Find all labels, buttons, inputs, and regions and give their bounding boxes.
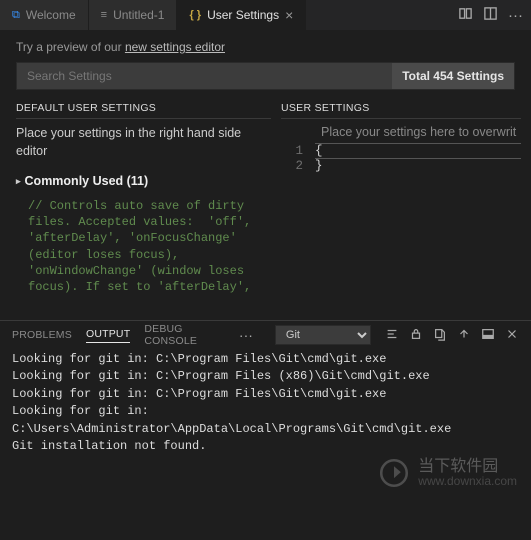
group-commonly-used[interactable]: Commonly Used (11) bbox=[16, 174, 271, 188]
split-diff-icon[interactable] bbox=[458, 6, 473, 24]
editor-text: } bbox=[315, 159, 521, 173]
search-input[interactable] bbox=[17, 63, 392, 89]
file-icon: ≡ bbox=[101, 9, 107, 21]
user-settings-hint: Place your settings here to overwrit bbox=[281, 125, 521, 139]
panel-more-icon[interactable]: ··· bbox=[239, 327, 253, 343]
titlebar-actions: ··· bbox=[450, 0, 531, 30]
split-editor-icon[interactable] bbox=[483, 6, 498, 24]
editor-line-1[interactable]: 1 { bbox=[281, 143, 521, 159]
search-bar: Total 454 Settings bbox=[16, 62, 515, 90]
editor-line-2[interactable]: 2 } bbox=[281, 159, 521, 173]
user-settings-pane: USER SETTINGS Place your settings here t… bbox=[275, 98, 531, 320]
tab-label: User Settings bbox=[207, 8, 279, 22]
line-number: 2 bbox=[281, 159, 315, 173]
preview-prefix: Try a preview of our bbox=[16, 40, 125, 54]
preview-link[interactable]: new settings editor bbox=[125, 40, 225, 54]
setting-comment: // Controls auto save of dirty files. Ac… bbox=[16, 198, 271, 295]
tab-welcome[interactable]: ⧉ Welcome bbox=[0, 0, 89, 30]
panel-actions bbox=[385, 327, 519, 344]
bottom-panel: PROBLEMS OUTPUT DEBUG CONSOLE ··· Git Lo… bbox=[0, 320, 531, 540]
tab-label: Welcome bbox=[26, 8, 76, 22]
default-settings-hint: Place your settings in the right hand si… bbox=[16, 125, 271, 160]
output-body[interactable]: Looking for git in: C:\Program Files\Git… bbox=[0, 349, 531, 457]
settings-split: DEFAULT USER SETTINGS Place your setting… bbox=[0, 98, 531, 320]
settings-count-badge: Total 454 Settings bbox=[392, 63, 514, 89]
preview-hint: Try a preview of our new settings editor bbox=[0, 30, 531, 54]
editor-tabs: ⧉ Welcome ≡ Untitled-1 { } User Settings… bbox=[0, 0, 531, 30]
panel-tabs: PROBLEMS OUTPUT DEBUG CONSOLE ··· Git bbox=[0, 321, 531, 349]
line-number: 1 bbox=[281, 144, 315, 158]
output-channel-select[interactable]: Git bbox=[275, 325, 371, 345]
maximize-panel-icon[interactable] bbox=[457, 327, 471, 344]
panel-tab-debug[interactable]: DEBUG CONSOLE bbox=[144, 323, 225, 347]
panel-layout-icon[interactable] bbox=[481, 327, 495, 344]
lock-scroll-icon[interactable] bbox=[409, 327, 423, 344]
open-log-icon[interactable] bbox=[433, 327, 447, 344]
tab-untitled[interactable]: ≡ Untitled-1 bbox=[89, 0, 178, 30]
more-icon[interactable]: ··· bbox=[508, 7, 523, 24]
editor-text: { bbox=[315, 143, 521, 159]
tab-user-settings[interactable]: { } User Settings × bbox=[177, 0, 306, 30]
default-settings-pane: DEFAULT USER SETTINGS Place your setting… bbox=[0, 98, 275, 320]
json-icon: { } bbox=[189, 9, 201, 21]
clear-output-icon[interactable] bbox=[385, 327, 399, 344]
panel-tab-problems[interactable]: PROBLEMS bbox=[12, 329, 72, 341]
close-panel-icon[interactable] bbox=[505, 327, 519, 344]
user-settings-header: USER SETTINGS bbox=[281, 98, 521, 119]
tab-label: Untitled-1 bbox=[113, 8, 164, 22]
close-icon[interactable]: × bbox=[285, 8, 293, 22]
default-settings-header: DEFAULT USER SETTINGS bbox=[16, 98, 271, 119]
panel-tab-output[interactable]: OUTPUT bbox=[86, 328, 130, 343]
vscode-icon: ⧉ bbox=[12, 9, 20, 22]
